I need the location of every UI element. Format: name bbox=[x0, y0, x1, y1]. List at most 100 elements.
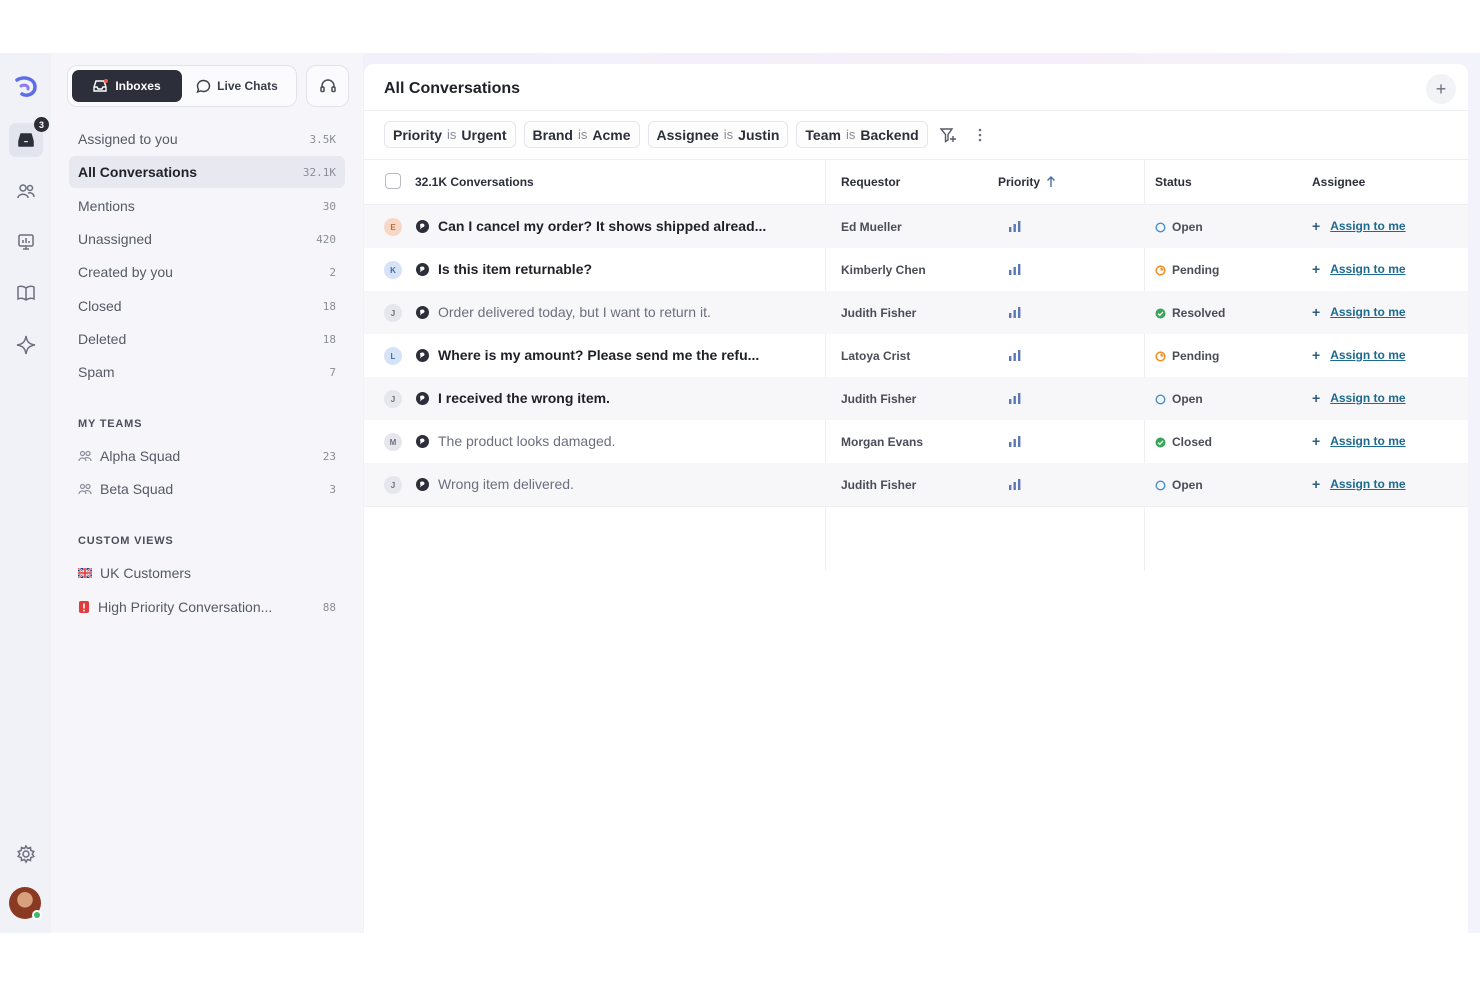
filter-chip-assignee[interactable]: Assignee is Justin bbox=[647, 121, 789, 148]
assign-to-me-action[interactable]: + Assign to me bbox=[1312, 219, 1406, 233]
conversation-subject[interactable]: Order delivered today, but I want to ret… bbox=[438, 304, 711, 320]
status-badge[interactable]: Closed bbox=[1155, 435, 1212, 449]
header-priority[interactable]: Priority bbox=[998, 175, 1056, 189]
status-label: Resolved bbox=[1172, 306, 1226, 320]
header-status[interactable]: Status bbox=[1155, 175, 1192, 189]
status-open-icon bbox=[1155, 393, 1166, 405]
table-row[interactable]: E Can I cancel my order? It shows shipped… bbox=[364, 205, 1468, 248]
reports-icon[interactable] bbox=[12, 228, 40, 256]
sparkle-icon[interactable] bbox=[12, 331, 40, 359]
nav-count: 23 bbox=[322, 449, 336, 463]
nav-count: 420 bbox=[316, 232, 336, 246]
table-row[interactable]: L Where is my amount? Please send me the … bbox=[364, 334, 1468, 377]
filter-chip-brand[interactable]: Brand is Acme bbox=[523, 121, 640, 148]
plus-icon: + bbox=[1312, 261, 1321, 277]
priority-bars-icon[interactable] bbox=[1008, 477, 1022, 491]
priority-bars-icon[interactable] bbox=[1008, 391, 1022, 405]
status-done-icon bbox=[1155, 308, 1166, 319]
inbox-icon[interactable]: 3 bbox=[9, 117, 49, 157]
settings-icon[interactable] bbox=[12, 840, 40, 868]
filter-op: is bbox=[723, 127, 734, 142]
filter-bar: Priority is Urgent Brand is Acme Assignee is J… bbox=[384, 121, 992, 148]
contacts-icon[interactable] bbox=[12, 177, 40, 205]
status-open-icon bbox=[1155, 221, 1166, 233]
tab-live-chats[interactable]: Live Chats bbox=[182, 70, 292, 102]
team-icon bbox=[78, 483, 92, 495]
assign-to-me-action[interactable]: + Assign to me bbox=[1312, 391, 1406, 405]
assign-to-me-link[interactable]: Assign to me bbox=[1330, 434, 1405, 448]
conversation-subject[interactable]: The product looks damaged. bbox=[438, 433, 615, 449]
select-all-checkbox[interactable] bbox=[385, 173, 401, 189]
nav-label: Spam bbox=[78, 364, 115, 380]
app-logo-icon[interactable] bbox=[12, 73, 40, 101]
conversation-subject[interactable]: Can I cancel my order? It shows shipped … bbox=[438, 218, 766, 234]
header-requestor[interactable]: Requestor bbox=[841, 175, 900, 189]
nav-label: UK Customers bbox=[100, 565, 192, 581]
requestor-name: Judith Fisher bbox=[841, 478, 917, 492]
assign-to-me-link[interactable]: Assign to me bbox=[1330, 391, 1405, 405]
nav-count: 3.5K bbox=[309, 132, 337, 146]
nav-team-beta-squad[interactable]: Beta Squad 3 bbox=[69, 473, 345, 505]
status-badge[interactable]: Pending bbox=[1155, 263, 1219, 277]
assign-to-me-action[interactable]: + Assign to me bbox=[1312, 305, 1406, 319]
nav-team-alpha-squad[interactable]: Alpha Squad 23 bbox=[69, 440, 345, 472]
nav-closed[interactable]: Closed 18 bbox=[69, 290, 345, 322]
nav-view-uk-customers[interactable]: UK Customers bbox=[69, 557, 345, 589]
priority-bars-icon[interactable] bbox=[1008, 262, 1022, 276]
priority-bars-icon[interactable] bbox=[1008, 219, 1022, 233]
requestor-initial-avatar: K bbox=[384, 261, 402, 279]
conversation-subject[interactable]: Where is my amount? Please send me the r… bbox=[438, 347, 759, 363]
status-badge[interactable]: Open bbox=[1155, 392, 1203, 406]
table-row[interactable]: K Is this item returnable? Kimberly Chen Pe… bbox=[364, 248, 1468, 291]
nav-spam[interactable]: Spam 7 bbox=[69, 356, 345, 388]
add-filter-icon[interactable] bbox=[936, 123, 960, 147]
table-row[interactable]: M The product looks damaged. Morgan Evans C… bbox=[364, 420, 1468, 463]
nav-all-conversations[interactable]: All Conversations 32.1K bbox=[69, 156, 345, 188]
table-row[interactable]: J Wrong item delivered. Judith Fisher Open +… bbox=[364, 463, 1468, 506]
nav-unassigned[interactable]: Unassigned 420 bbox=[69, 223, 345, 255]
filter-chip-team[interactable]: Team is Backend bbox=[796, 121, 928, 148]
assign-to-me-link[interactable]: Assign to me bbox=[1330, 477, 1405, 491]
assign-to-me-action[interactable]: + Assign to me bbox=[1312, 434, 1406, 448]
nav-assigned-to-you[interactable]: Assigned to you 3.5K bbox=[69, 123, 345, 155]
status-badge[interactable]: Resolved bbox=[1155, 306, 1225, 320]
priority-bars-icon[interactable] bbox=[1008, 434, 1022, 448]
conversation-subject[interactable]: Is this item returnable? bbox=[438, 261, 592, 277]
nav-created-by-you[interactable]: Created by you 2 bbox=[69, 256, 345, 288]
status-badge[interactable]: Pending bbox=[1155, 349, 1219, 363]
support-headset-button[interactable] bbox=[306, 65, 349, 107]
assign-to-me-action[interactable]: + Assign to me bbox=[1312, 262, 1406, 276]
header-priority-label: Priority bbox=[998, 175, 1041, 189]
header-assignee[interactable]: Assignee bbox=[1312, 175, 1365, 189]
conversation-subject[interactable]: I received the wrong item. bbox=[438, 390, 610, 406]
knowledge-base-icon[interactable] bbox=[12, 279, 40, 307]
table-row[interactable]: J I received the wrong item. Judith Fisher… bbox=[364, 377, 1468, 420]
assign-to-me-action[interactable]: + Assign to me bbox=[1312, 348, 1406, 362]
assign-to-me-link[interactable]: Assign to me bbox=[1330, 305, 1405, 319]
plus-icon: + bbox=[1312, 433, 1321, 449]
nav-count: 3 bbox=[329, 482, 336, 496]
divider bbox=[364, 110, 1468, 111]
assign-to-me-link[interactable]: Assign to me bbox=[1330, 262, 1405, 276]
nav-mentions[interactable]: Mentions 30 bbox=[69, 190, 345, 222]
nav-view-high-priority[interactable]: High Priority Conversation... 88 bbox=[69, 591, 345, 623]
conversation-subject[interactable]: Wrong item delivered. bbox=[438, 476, 574, 492]
conversations-panel: All Conversations + Priority is Urgent Bra… bbox=[364, 64, 1468, 933]
nav-deleted[interactable]: Deleted 18 bbox=[69, 323, 345, 355]
assign-to-me-link[interactable]: Assign to me bbox=[1330, 348, 1405, 362]
status-badge[interactable]: Open bbox=[1155, 220, 1203, 234]
user-avatar[interactable] bbox=[9, 887, 42, 920]
more-options-icon[interactable] bbox=[968, 123, 992, 147]
status-badge[interactable]: Open bbox=[1155, 478, 1203, 492]
requestor-initial-avatar: J bbox=[384, 476, 402, 494]
assign-to-me-link[interactable]: Assign to me bbox=[1330, 219, 1405, 233]
priority-bars-icon[interactable] bbox=[1008, 305, 1022, 319]
filter-chip-priority[interactable]: Priority is Urgent bbox=[384, 121, 516, 148]
nav-label: Mentions bbox=[78, 198, 135, 214]
priority-bars-icon[interactable] bbox=[1008, 348, 1022, 362]
assign-to-me-action[interactable]: + Assign to me bbox=[1312, 477, 1406, 491]
table-row[interactable]: J Order delivered today, but I want to re… bbox=[364, 291, 1468, 334]
divider bbox=[364, 506, 1468, 507]
tab-inboxes[interactable]: Inboxes bbox=[72, 70, 182, 102]
add-button[interactable]: + bbox=[1426, 74, 1456, 104]
